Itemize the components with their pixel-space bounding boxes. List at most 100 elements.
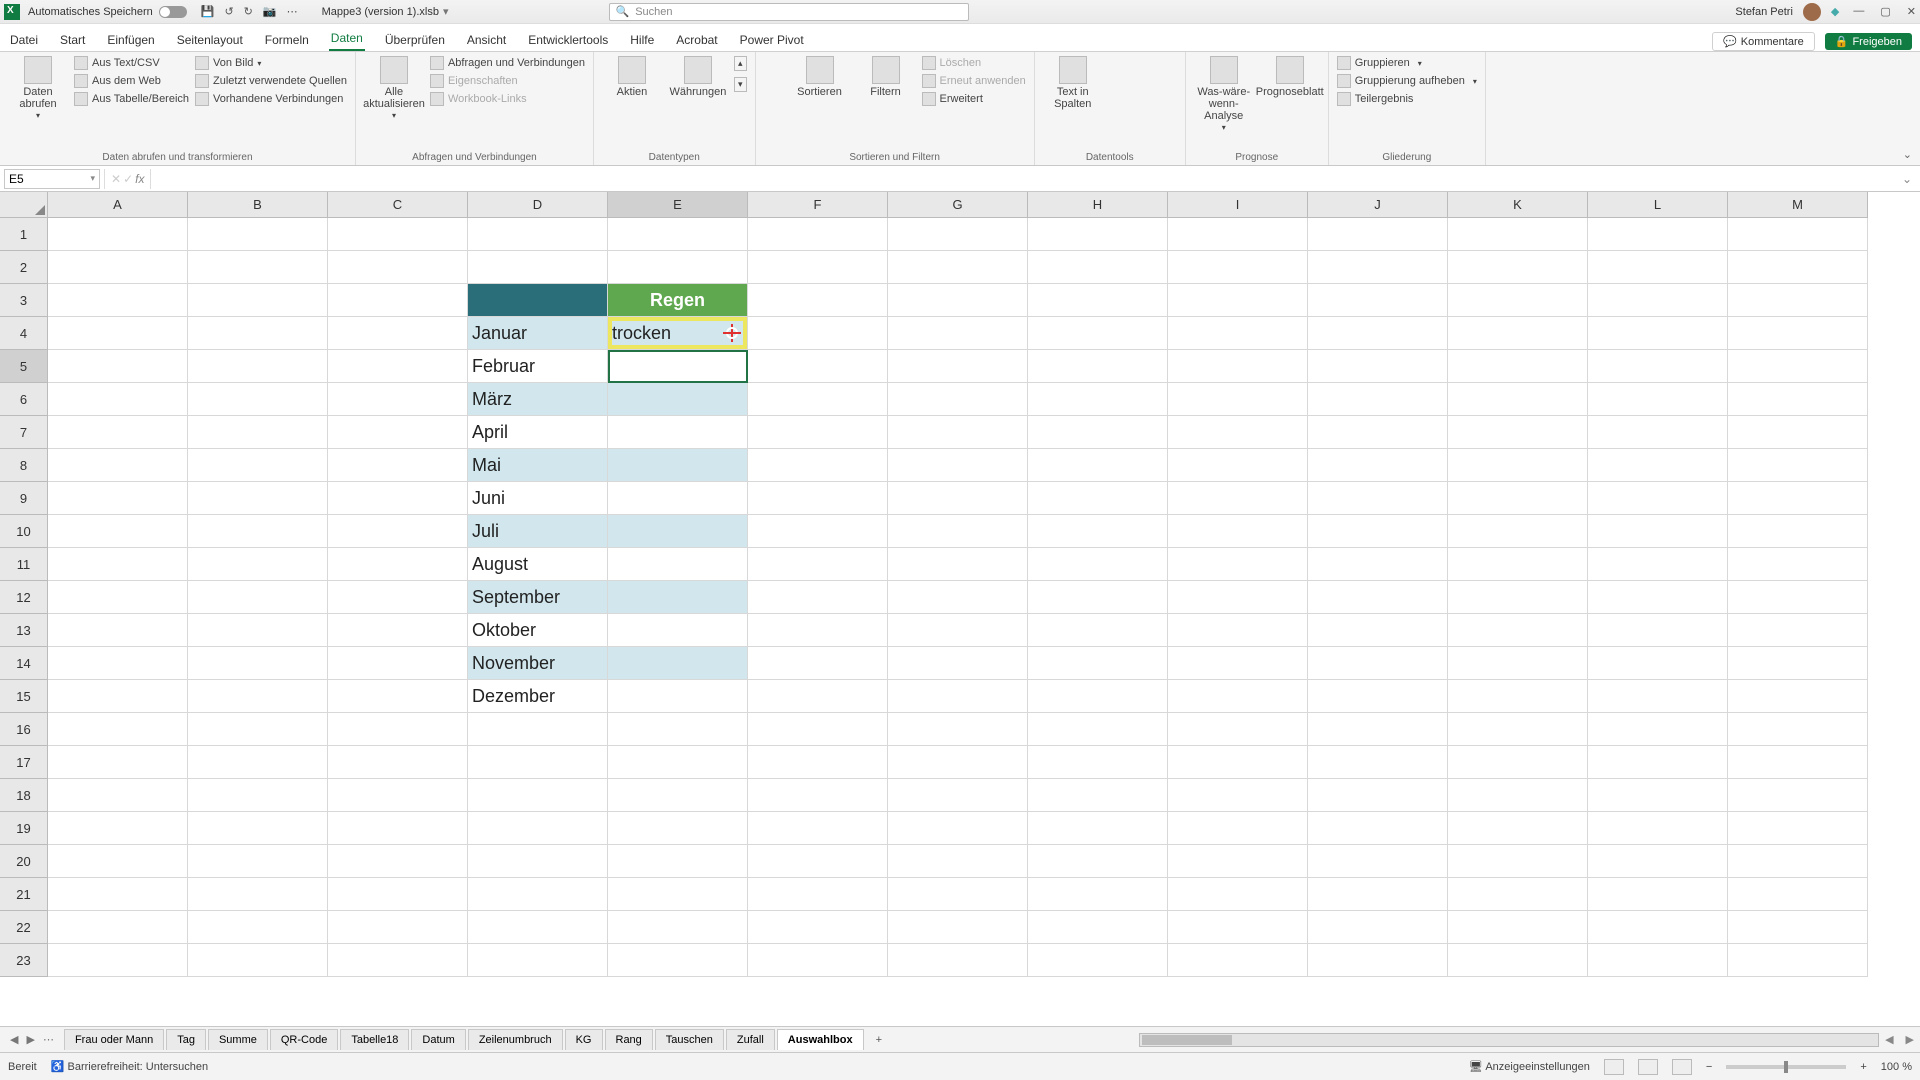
cell-L1[interactable] bbox=[1588, 218, 1728, 251]
cell-H11[interactable] bbox=[1028, 548, 1168, 581]
cell-E13[interactable] bbox=[608, 614, 748, 647]
sheet-nav-prev-icon[interactable]: ◀ bbox=[10, 1033, 18, 1046]
cell-B12[interactable] bbox=[188, 581, 328, 614]
cell-B6[interactable] bbox=[188, 383, 328, 416]
from-table[interactable]: Aus Tabelle/Bereich bbox=[74, 92, 189, 106]
cell-D16[interactable] bbox=[468, 713, 608, 746]
cell-B18[interactable] bbox=[188, 779, 328, 812]
sheet-tab-frau-oder-mann[interactable]: Frau oder Mann bbox=[64, 1029, 164, 1050]
camera-icon[interactable]: 📷 bbox=[263, 5, 277, 18]
cell-B15[interactable] bbox=[188, 680, 328, 713]
cell-G17[interactable] bbox=[888, 746, 1028, 779]
cell-F21[interactable] bbox=[748, 878, 888, 911]
cell-G11[interactable] bbox=[888, 548, 1028, 581]
cell-A9[interactable] bbox=[48, 482, 188, 515]
column-header-L[interactable]: L bbox=[1588, 192, 1728, 218]
cell-K19[interactable] bbox=[1448, 812, 1588, 845]
search-box[interactable]: 🔍 Suchen bbox=[609, 3, 969, 21]
cell-F14[interactable] bbox=[748, 647, 888, 680]
cell-A7[interactable] bbox=[48, 416, 188, 449]
row-header-14[interactable]: 14 bbox=[0, 647, 48, 680]
cell-C7[interactable] bbox=[328, 416, 468, 449]
cell-K9[interactable] bbox=[1448, 482, 1588, 515]
row-header-23[interactable]: 23 bbox=[0, 944, 48, 977]
cell-D13[interactable]: Oktober bbox=[468, 614, 608, 647]
advanced-filter[interactable]: Erweitert bbox=[922, 92, 1026, 106]
cell-G16[interactable] bbox=[888, 713, 1028, 746]
sheet-tab-datum[interactable]: Datum bbox=[411, 1029, 465, 1050]
cell-C12[interactable] bbox=[328, 581, 468, 614]
cell-M11[interactable] bbox=[1728, 548, 1868, 581]
cell-M16[interactable] bbox=[1728, 713, 1868, 746]
cell-H22[interactable] bbox=[1028, 911, 1168, 944]
tab-daten[interactable]: Daten bbox=[329, 27, 365, 51]
sheet-tab-zufall[interactable]: Zufall bbox=[726, 1029, 775, 1050]
cell-L9[interactable] bbox=[1588, 482, 1728, 515]
cell-F20[interactable] bbox=[748, 845, 888, 878]
scroll-right-icon[interactable]: ▶ bbox=[1900, 1033, 1920, 1046]
row-header-12[interactable]: 12 bbox=[0, 581, 48, 614]
cell-F10[interactable] bbox=[748, 515, 888, 548]
row-header-13[interactable]: 13 bbox=[0, 614, 48, 647]
from-image[interactable]: Von Bild▾ bbox=[195, 56, 347, 70]
cell-L22[interactable] bbox=[1588, 911, 1728, 944]
cell-M12[interactable] bbox=[1728, 581, 1868, 614]
sort-button[interactable]: Sortieren bbox=[790, 56, 850, 98]
datatypes-up-icon[interactable]: ▴ bbox=[734, 56, 747, 71]
cell-H8[interactable] bbox=[1028, 449, 1168, 482]
filter-button[interactable]: Filtern bbox=[856, 56, 916, 98]
zoom-in-icon[interactable]: + bbox=[1860, 1061, 1866, 1073]
cell-D6[interactable]: März bbox=[468, 383, 608, 416]
row-header-22[interactable]: 22 bbox=[0, 911, 48, 944]
add-sheet-button[interactable]: + bbox=[866, 1034, 892, 1046]
column-header-A[interactable]: A bbox=[48, 192, 188, 218]
cell-I18[interactable] bbox=[1168, 779, 1308, 812]
cell-G18[interactable] bbox=[888, 779, 1028, 812]
row-header-21[interactable]: 21 bbox=[0, 878, 48, 911]
row-header-1[interactable]: 1 bbox=[0, 218, 48, 251]
cell-C2[interactable] bbox=[328, 251, 468, 284]
cell-L6[interactable] bbox=[1588, 383, 1728, 416]
column-header-G[interactable]: G bbox=[888, 192, 1028, 218]
cell-K22[interactable] bbox=[1448, 911, 1588, 944]
cell-C20[interactable] bbox=[328, 845, 468, 878]
cell-B11[interactable] bbox=[188, 548, 328, 581]
cell-K12[interactable] bbox=[1448, 581, 1588, 614]
expand-formula-icon[interactable]: ⌄ bbox=[1894, 172, 1920, 186]
sheet-tab-zeilenumbruch[interactable]: Zeilenumbruch bbox=[468, 1029, 563, 1050]
cell-A18[interactable] bbox=[48, 779, 188, 812]
cell-A20[interactable] bbox=[48, 845, 188, 878]
cell-I22[interactable] bbox=[1168, 911, 1308, 944]
cell-I12[interactable] bbox=[1168, 581, 1308, 614]
cell-B21[interactable] bbox=[188, 878, 328, 911]
cell-M17[interactable] bbox=[1728, 746, 1868, 779]
cell-D20[interactable] bbox=[468, 845, 608, 878]
cell-F13[interactable] bbox=[748, 614, 888, 647]
cell-M22[interactable] bbox=[1728, 911, 1868, 944]
cell-I10[interactable] bbox=[1168, 515, 1308, 548]
cell-G10[interactable] bbox=[888, 515, 1028, 548]
forecast-button[interactable]: Prognoseblatt bbox=[1260, 56, 1320, 98]
row-header-6[interactable]: 6 bbox=[0, 383, 48, 416]
cell-H1[interactable] bbox=[1028, 218, 1168, 251]
cancel-formula-icon[interactable]: ✕ bbox=[111, 172, 121, 186]
row-header-19[interactable]: 19 bbox=[0, 812, 48, 845]
cell-M5[interactable] bbox=[1728, 350, 1868, 383]
column-header-E[interactable]: E bbox=[608, 192, 748, 218]
cell-I23[interactable] bbox=[1168, 944, 1308, 977]
text-to-columns-button[interactable]: Text in Spalten bbox=[1043, 56, 1103, 110]
cell-E18[interactable] bbox=[608, 779, 748, 812]
cell-L8[interactable] bbox=[1588, 449, 1728, 482]
cell-G14[interactable] bbox=[888, 647, 1028, 680]
cell-C10[interactable] bbox=[328, 515, 468, 548]
cell-C22[interactable] bbox=[328, 911, 468, 944]
cell-H17[interactable] bbox=[1028, 746, 1168, 779]
cell-B16[interactable] bbox=[188, 713, 328, 746]
close-icon[interactable]: ✕ bbox=[1907, 5, 1916, 18]
cell-L23[interactable] bbox=[1588, 944, 1728, 977]
row-header-16[interactable]: 16 bbox=[0, 713, 48, 746]
cell-B14[interactable] bbox=[188, 647, 328, 680]
cell-E12[interactable] bbox=[608, 581, 748, 614]
cell-D15[interactable]: Dezember bbox=[468, 680, 608, 713]
row-header-7[interactable]: 7 bbox=[0, 416, 48, 449]
